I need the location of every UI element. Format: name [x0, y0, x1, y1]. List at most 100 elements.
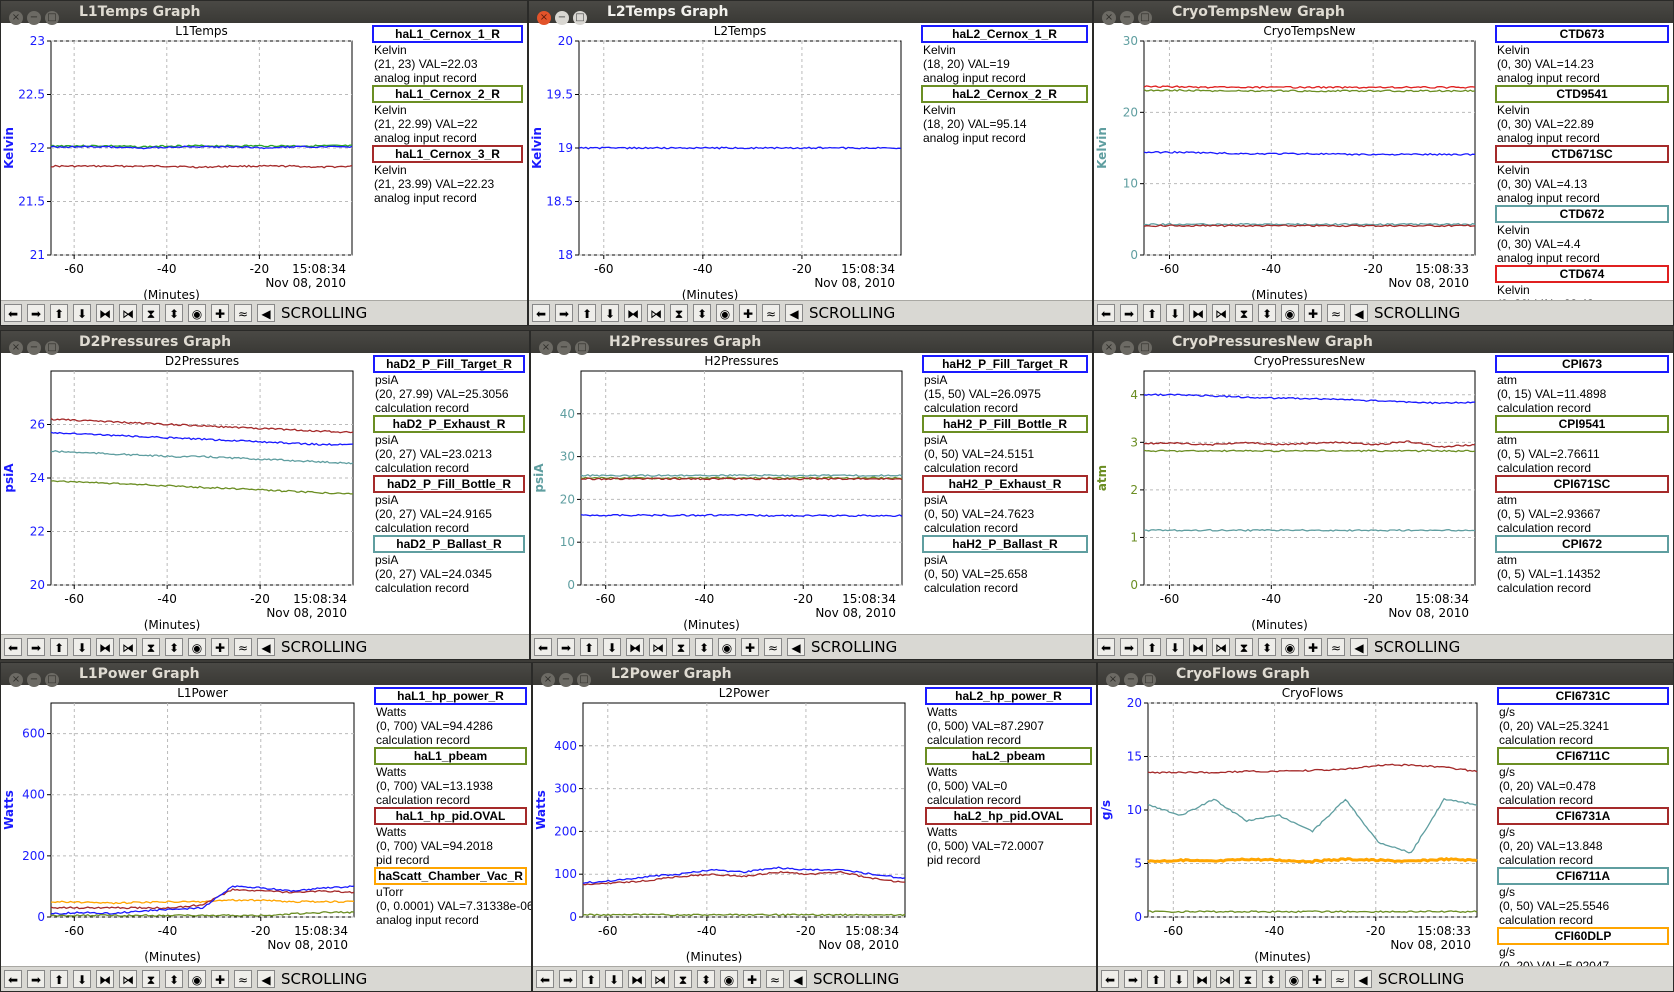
expand-vertical-icon[interactable]: ⬍	[697, 970, 715, 988]
arrow-down-icon[interactable]: ⬇	[73, 304, 91, 322]
legend-item[interactable]: CPI671SC atm (0, 5) VAL=2.93667 calculation…	[1495, 475, 1669, 535]
legend-item[interactable]: CFI6711A g/s (0, 50) VAL=25.5546 calculatio…	[1497, 867, 1669, 927]
legend-pv-name[interactable]: haL1_Cernox_1_R	[372, 25, 523, 43]
compress-horizontal-icon[interactable]: ⧓	[96, 970, 114, 988]
window-titlebar[interactable]: × − □ H2Pressures Graph	[531, 331, 1092, 355]
zoom-circle-icon[interactable]: ◉	[718, 638, 736, 656]
rewind-icon[interactable]: ◀	[789, 970, 807, 988]
arrow-down-icon[interactable]: ⬇	[1166, 304, 1184, 322]
legend-item[interactable]: haD2_P_Ballast_R psiA (20, 27) VAL=24.0345…	[373, 535, 525, 595]
expand-vertical-icon[interactable]: ⬍	[165, 638, 183, 656]
zoom-circle-icon[interactable]: ◉	[716, 304, 734, 322]
crosshair-icon[interactable]: ✚	[1304, 638, 1322, 656]
wave-icon[interactable]: ≈	[762, 304, 780, 322]
chart[interactable]: CryoTempsNew3020100-60 -40 -20(Minutes)15:…	[1094, 23, 1497, 303]
compress-vertical-icon[interactable]: ⧗	[670, 304, 688, 322]
chart[interactable]: CryoFlows 20 15 10 5 0 -60 -40 -20 (Minutes) 15:08…	[1098, 685, 1499, 969]
chart[interactable]: D2Pressures 26 24 22 20 -60 -40 -20 (Minutes) 15:…	[1, 353, 375, 637]
arrow-left-icon[interactable]: ⬅	[534, 638, 552, 656]
legend-item[interactable]: haH2_P_Fill_Bottle_R psiA (0, 50) VAL=24.5…	[922, 415, 1088, 475]
compress-horizontal-icon[interactable]: ⧓	[624, 304, 642, 322]
arrow-up-icon[interactable]: ⬆	[50, 970, 68, 988]
legend-item[interactable]: CFI6731A g/s (0, 20) VAL=13.848 calculation…	[1497, 807, 1669, 867]
zoom-circle-icon[interactable]: ◉	[188, 304, 206, 322]
compress-vertical-icon[interactable]: ⧗	[1239, 970, 1257, 988]
wave-icon[interactable]: ≈	[764, 638, 782, 656]
rewind-icon[interactable]: ◀	[257, 638, 275, 656]
arrow-up-icon[interactable]: ⬆	[1143, 304, 1161, 322]
compress-horizontal-icon[interactable]: ⧓	[1189, 638, 1207, 656]
compress-vertical-icon[interactable]: ⧗	[1235, 304, 1253, 322]
legend-item[interactable]: haH2_P_Ballast_R psiA (0, 50) VAL=25.658 ca…	[922, 535, 1088, 595]
legend-pv-name[interactable]: haL2_Cernox_1_R	[921, 25, 1088, 43]
zoom-circle-icon[interactable]: ◉	[188, 970, 206, 988]
legend-item[interactable]: haL1_Cernox_3_R Kelvin (21, 23.99) VAL=22.…	[372, 145, 523, 205]
expand-vertical-icon[interactable]: ⬍	[693, 304, 711, 322]
arrow-left-icon[interactable]: ⬅	[4, 638, 22, 656]
legend-pv-name[interactable]: haL2_Cernox_2_R	[921, 85, 1088, 103]
legend-pv-name[interactable]: CTD672	[1495, 205, 1669, 223]
expand-vertical-icon[interactable]: ⬍	[165, 970, 183, 988]
arrow-right-icon[interactable]: ➡	[559, 970, 577, 988]
wave-icon[interactable]: ≈	[1331, 970, 1349, 988]
legend-item[interactable]: CFI6731C g/s (0, 20) VAL=25.3241 calculatio…	[1497, 687, 1669, 747]
expand-vertical-icon[interactable]: ⬍	[695, 638, 713, 656]
arrow-up-icon[interactable]: ⬆	[578, 304, 596, 322]
compress-horizontal-icon[interactable]: ⧓	[1193, 970, 1211, 988]
legend-pv-name[interactable]: haL1_hp_pid.OVAL	[374, 807, 527, 825]
arrow-right-icon[interactable]: ➡	[1124, 970, 1142, 988]
legend-pv-name[interactable]: CPI673	[1495, 355, 1669, 373]
legend-pv-name[interactable]: CPI9541	[1495, 415, 1669, 433]
zoom-circle-icon[interactable]: ◉	[720, 970, 738, 988]
arrow-right-icon[interactable]: ➡	[1120, 638, 1138, 656]
legend-item[interactable]: CPI9541 atm (0, 5) VAL=2.76611 calculation …	[1495, 415, 1669, 475]
arrow-left-icon[interactable]: ⬅	[1097, 304, 1115, 322]
arrow-right-icon[interactable]: ➡	[555, 304, 573, 322]
wave-icon[interactable]: ≈	[766, 970, 784, 988]
legend-item[interactable]: haL1_pbeam Watts (0, 700) VAL=13.1938 calcu…	[374, 747, 527, 807]
rewind-icon[interactable]: ◀	[1350, 638, 1368, 656]
compress-horizontal-icon[interactable]: ⧓	[1189, 304, 1207, 322]
rewind-icon[interactable]: ◀	[787, 638, 805, 656]
arrow-right-icon[interactable]: ➡	[27, 304, 45, 322]
window-titlebar[interactable]: × − □ CryoTempsNew Graph	[1094, 1, 1673, 25]
chart[interactable]: CryoPressuresNew 4 3 2 1 0 -60 -40 -20 (Minutes) 1…	[1094, 353, 1497, 637]
crosshair-icon[interactable]: ✚	[211, 638, 229, 656]
legend-item[interactable]: CPI673 atm (0, 15) VAL=11.4898 calculation …	[1495, 355, 1669, 415]
zoom-circle-icon[interactable]: ◉	[1281, 304, 1299, 322]
expand-horizontal-icon[interactable]: ⧒	[119, 638, 137, 656]
expand-horizontal-icon[interactable]: ⧒	[647, 304, 665, 322]
legend-pv-name[interactable]: haD2_P_Ballast_R	[373, 535, 525, 553]
legend-pv-name[interactable]: CFI6731C	[1497, 687, 1669, 705]
legend-pv-name[interactable]: haD2_P_Fill_Bottle_R	[373, 475, 525, 493]
compress-vertical-icon[interactable]: ⧗	[142, 638, 160, 656]
arrow-right-icon[interactable]: ➡	[1120, 304, 1138, 322]
wave-icon[interactable]: ≈	[234, 970, 252, 988]
crosshair-icon[interactable]: ✚	[743, 970, 761, 988]
legend-item[interactable]: CTD673 Kelvin (0, 30) VAL=14.23 analog inpu…	[1495, 25, 1669, 85]
rewind-icon[interactable]: ◀	[1350, 304, 1368, 322]
crosshair-icon[interactable]: ✚	[1304, 304, 1322, 322]
chart[interactable]: L1Temps2322.52221.521-60 -40 -20(Minutes)1…	[1, 23, 374, 303]
legend-pv-name[interactable]: CPI671SC	[1495, 475, 1669, 493]
compress-horizontal-icon[interactable]: ⧓	[626, 638, 644, 656]
legend-pv-name[interactable]: haL1_Cernox_3_R	[372, 145, 523, 163]
arrow-down-icon[interactable]: ⬇	[1166, 638, 1184, 656]
wave-icon[interactable]: ≈	[1327, 638, 1345, 656]
arrow-down-icon[interactable]: ⬇	[601, 304, 619, 322]
legend-pv-name[interactable]: CTD9541	[1495, 85, 1669, 103]
compress-vertical-icon[interactable]: ⧗	[142, 304, 160, 322]
window-titlebar[interactable]: × − □ L2Temps Graph	[529, 1, 1092, 25]
window-titlebar[interactable]: × − □ D2Pressures Graph	[1, 331, 529, 355]
legend-item[interactable]: haL1_hp_power_R Watts (0, 700) VAL=94.4286…	[374, 687, 527, 747]
arrow-down-icon[interactable]: ⬇	[73, 638, 91, 656]
expand-horizontal-icon[interactable]: ⧒	[119, 970, 137, 988]
legend-pv-name[interactable]: CTD673	[1495, 25, 1669, 43]
crosshair-icon[interactable]: ✚	[739, 304, 757, 322]
expand-vertical-icon[interactable]: ⬍	[165, 304, 183, 322]
expand-vertical-icon[interactable]: ⬍	[1258, 638, 1276, 656]
wave-icon[interactable]: ≈	[234, 304, 252, 322]
legend-pv-name[interactable]: haL1_Cernox_2_R	[372, 85, 523, 103]
legend-item[interactable]: CTD672 Kelvin (0, 30) VAL=4.4 analog input …	[1495, 205, 1669, 265]
legend-pv-name[interactable]: haH2_P_Exhaust_R	[922, 475, 1088, 493]
